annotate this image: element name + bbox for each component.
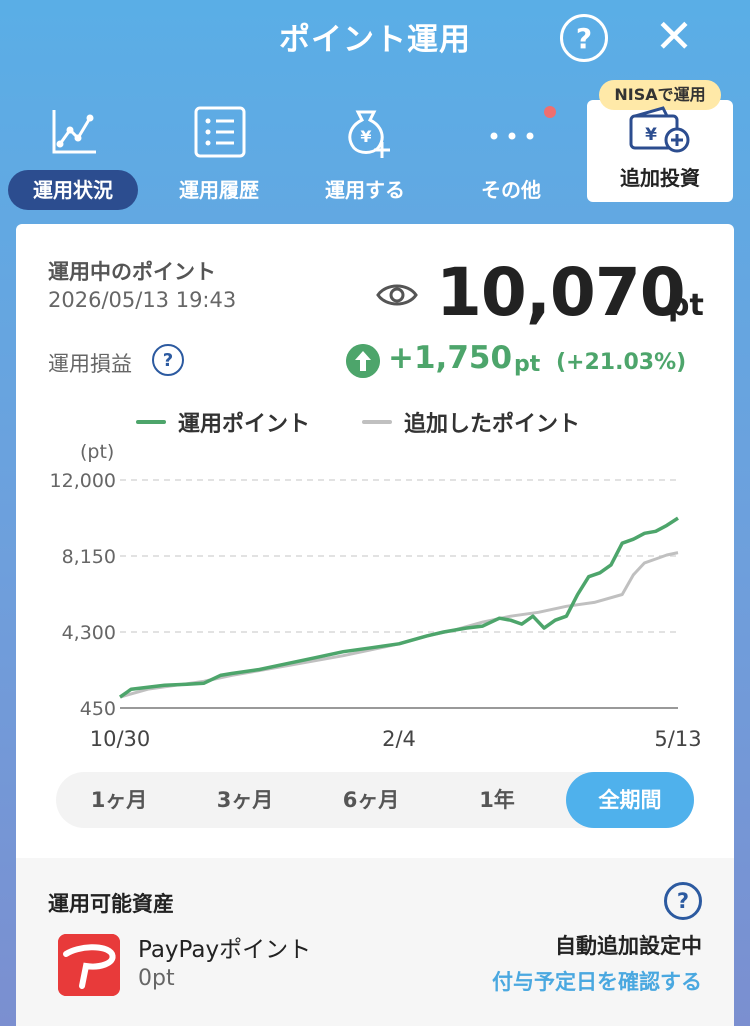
profit-unit: pt [514, 352, 541, 377]
line-chart-icon [52, 110, 96, 154]
nav-item-invest[interactable]: ¥ 運用する [300, 98, 430, 208]
nav-item-history[interactable]: 運用履歴 [154, 98, 284, 208]
points-value: 10,070 [436, 254, 686, 331]
points-unit: pt [668, 288, 704, 323]
nisa-additional-invest-button[interactable]: NISAで運用 ¥ 追加投資 [587, 80, 733, 202]
eye-icon[interactable] [376, 280, 418, 310]
paypay-logo-icon [58, 934, 120, 996]
nav-label-history: 運用履歴 [179, 178, 259, 202]
nav-label-other: その他 [481, 178, 541, 202]
line-chart: (pt) 12,000 8,150 4,300 450 10/30 2/4 5/13 [50, 441, 702, 751]
header: ポイント運用 ? ✕ [0, 0, 750, 80]
svg-text:¥: ¥ [360, 127, 371, 146]
period-selector: 1ヶ月 3ヶ月 6ヶ月 1年 全期間 [56, 772, 694, 828]
profit-percent: (+21.03%) [556, 350, 687, 375]
y-axis-label: (pt) [80, 441, 114, 463]
y-tick-label: 4,300 [62, 622, 116, 644]
asset-name: PayPayポイント [138, 937, 312, 963]
timestamp: 2026/05/13 19:43 [48, 288, 237, 312]
period-option-2[interactable]: 6ヶ月 [308, 772, 434, 828]
period-option-4[interactable]: 全期間 [566, 772, 694, 828]
period-option-0[interactable]: 1ヶ月 [56, 772, 182, 828]
help-button[interactable]: ? [560, 14, 608, 62]
yen-bag-plus-icon: ¥ [348, 110, 390, 158]
asset-section: 運用可能資産 ? PayPayポイント 0pt 自動追加設定中 付与予定日を確認… [16, 858, 734, 1026]
x-tick-label: 2/4 [382, 727, 416, 751]
y-tick-label: 450 [80, 698, 116, 720]
profit-value: +1,750 [388, 340, 513, 376]
nav-label-status: 運用状況 [8, 170, 138, 210]
nav-label-invest: 運用する [325, 178, 405, 202]
nav-item-status[interactable]: 運用状況 [8, 98, 138, 210]
more-dots-icon [490, 132, 534, 140]
notification-dot [544, 106, 556, 118]
list-icon [194, 106, 246, 158]
series-line-0 [118, 516, 679, 699]
svg-text:¥: ¥ [645, 125, 657, 145]
asset-title: 運用可能資産 [48, 892, 174, 916]
auto-setting-status: 自動追加設定中 [555, 934, 702, 958]
points-label: 運用中のポイント [48, 260, 216, 284]
arrow-up-icon [346, 344, 380, 378]
asset-help-icon[interactable]: ? [664, 882, 702, 920]
profit-label: 運用損益 [48, 352, 132, 376]
nav-item-other[interactable]: その他 [446, 98, 576, 208]
confirm-date-link[interactable]: 付与予定日を確認する [492, 966, 702, 996]
profit-help-icon[interactable]: ? [152, 344, 184, 376]
x-tick-label: 10/30 [90, 727, 151, 751]
main-card: 運用中のポイント 2026/05/13 19:43 10,070 pt 運用損益… [16, 224, 734, 1026]
x-tick-label: 5/13 [654, 727, 701, 751]
period-option-1[interactable]: 3ヶ月 [182, 772, 308, 828]
wallet-yen-plus-icon: ¥ [629, 106, 690, 153]
close-button[interactable]: ✕ [652, 12, 696, 60]
nisa-label: 追加投資 [620, 166, 700, 190]
page-title: ポイント運用 [279, 22, 471, 58]
y-tick-label: 12,000 [50, 470, 116, 492]
y-tick-label: 8,150 [62, 546, 116, 568]
period-option-3[interactable]: 1年 [434, 772, 560, 828]
asset-value: 0pt [138, 966, 175, 991]
